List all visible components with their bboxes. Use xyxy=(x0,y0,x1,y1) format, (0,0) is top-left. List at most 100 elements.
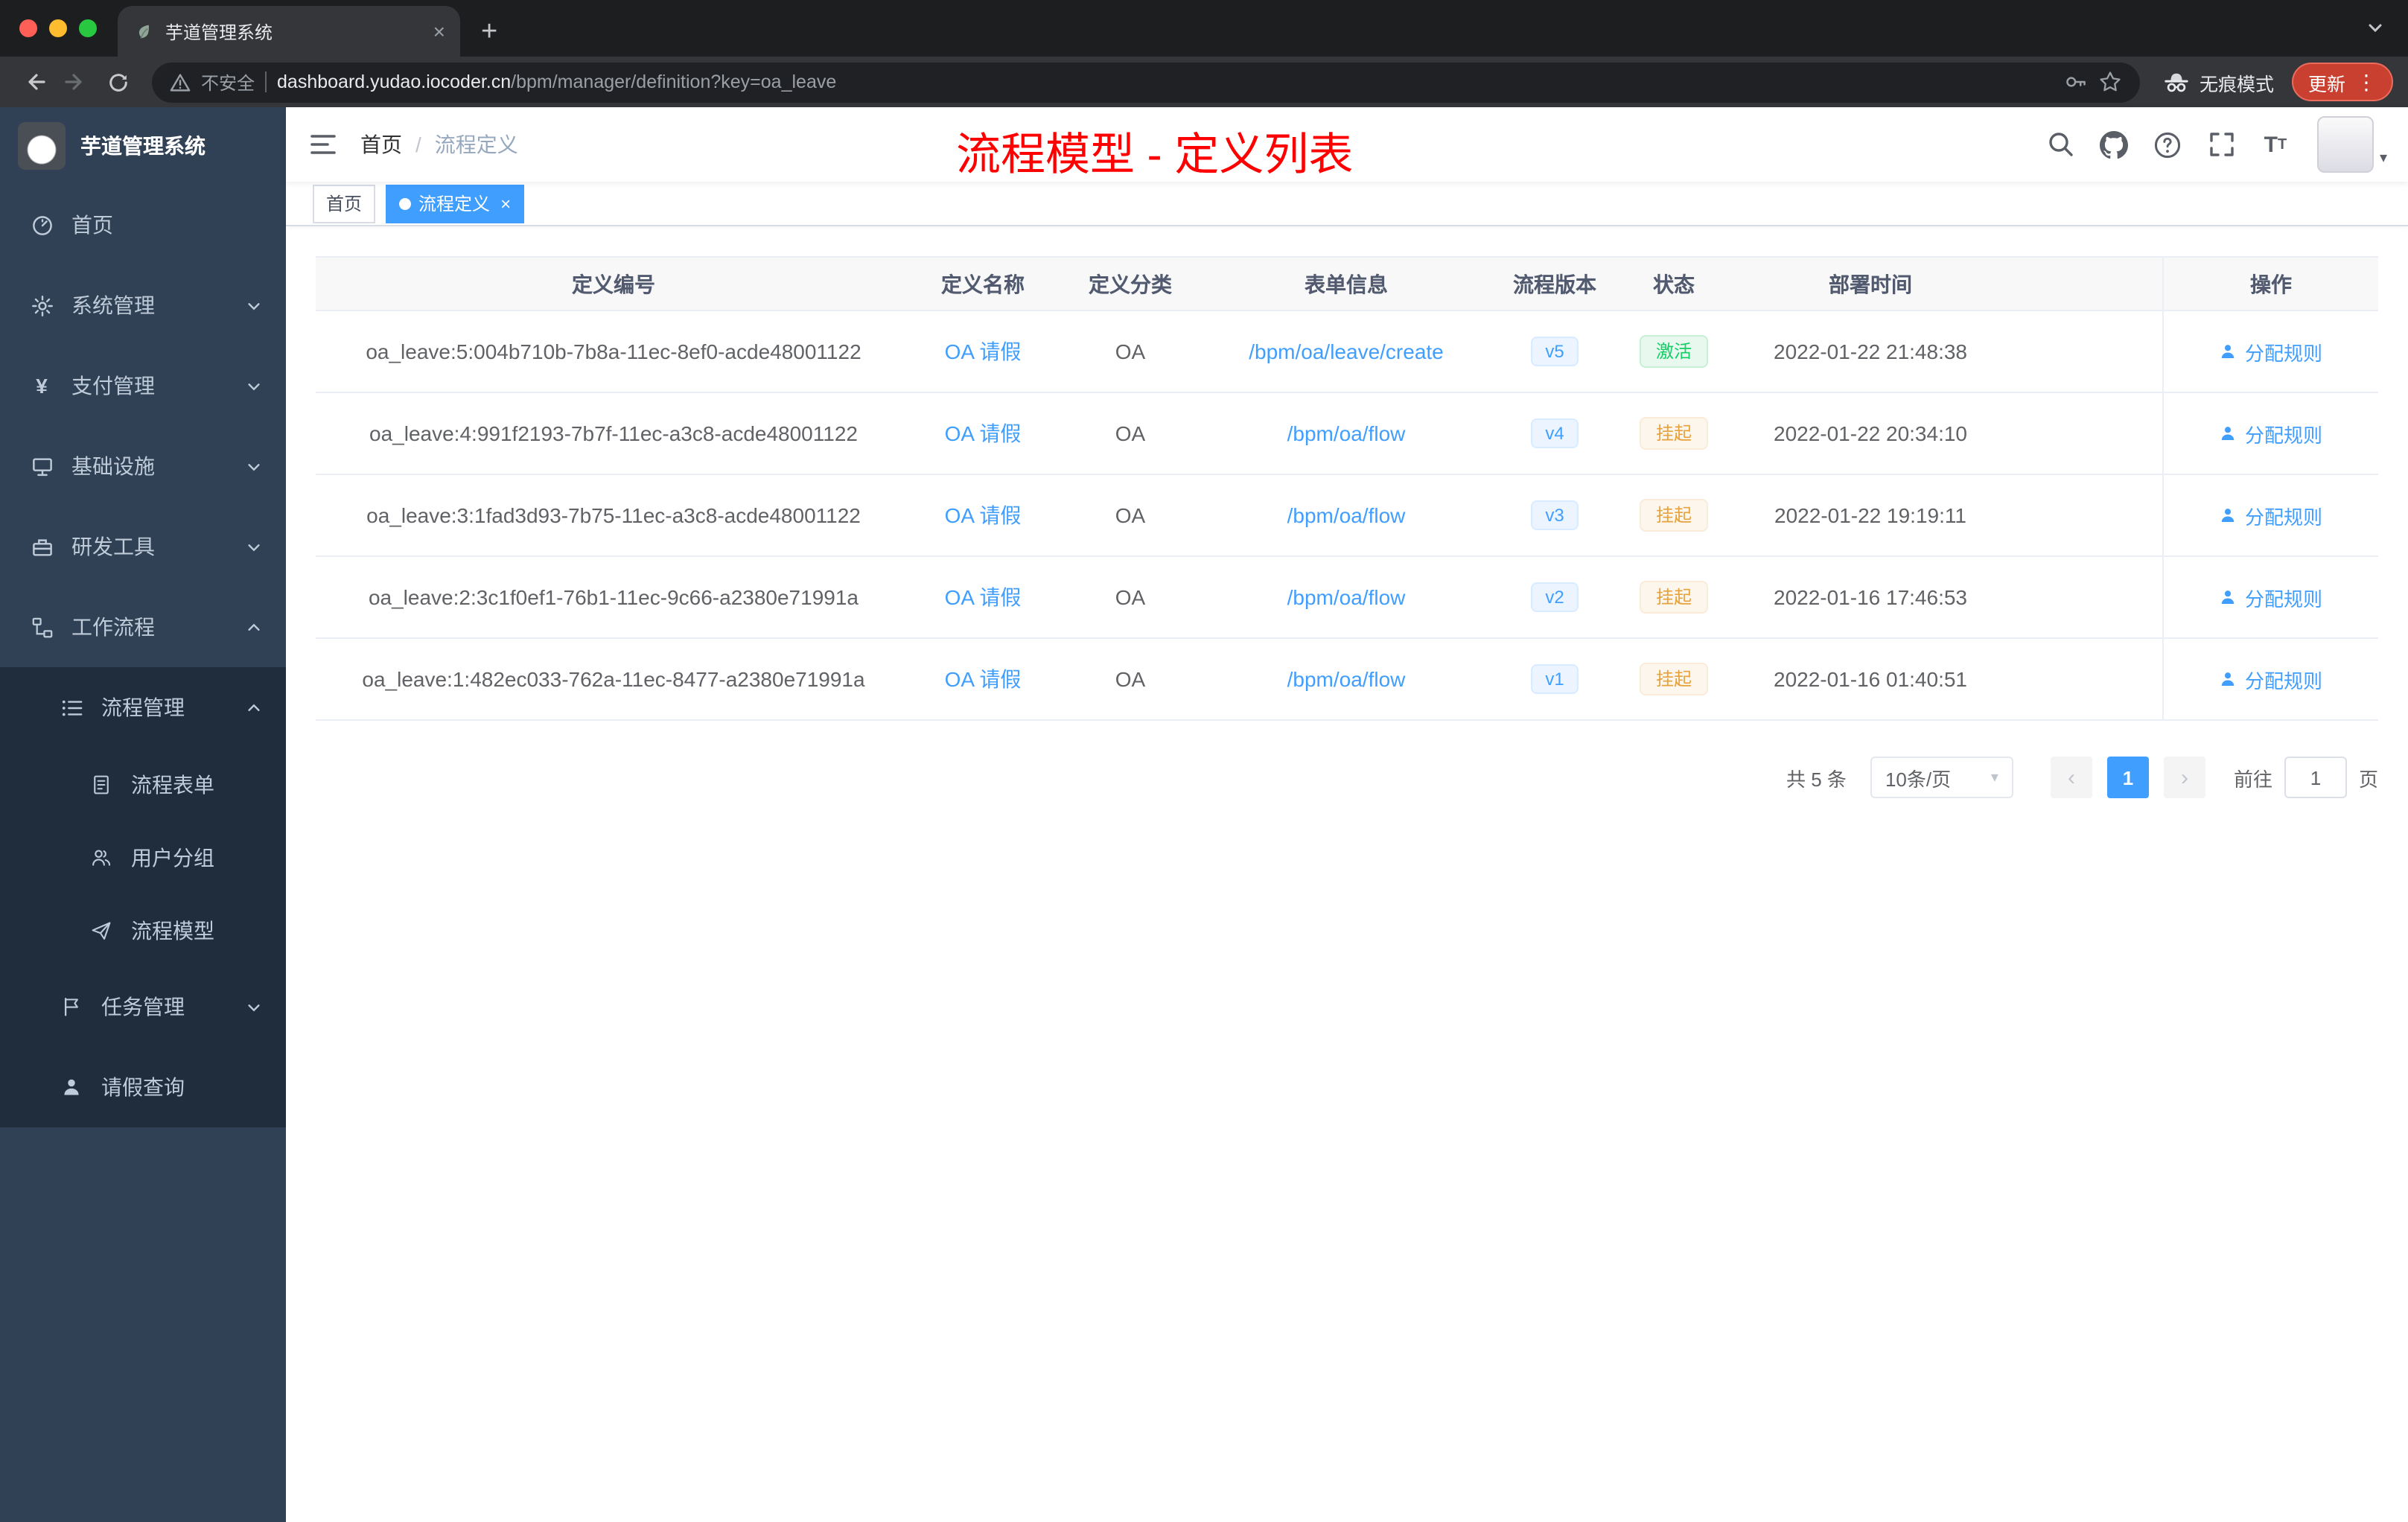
sidebar-item-label: 系统管理 xyxy=(71,293,155,317)
sidebar-item-label: 研发工具 xyxy=(71,535,155,558)
definition-name-link[interactable]: OA 请假 xyxy=(945,500,1022,530)
goto-page-input[interactable] xyxy=(2284,757,2347,798)
sidebar-item-label: 基础设施 xyxy=(71,454,155,478)
tag-home[interactable]: 首页 xyxy=(313,184,376,223)
definition-name-link[interactable]: OA 请假 xyxy=(945,664,1022,694)
sidebar-item-workflow[interactable]: 工作流程 xyxy=(0,587,286,667)
sidebar-item-home[interactable]: 首页 xyxy=(0,185,286,265)
assign-rule-link[interactable]: 分配规则 xyxy=(2220,583,2322,611)
column-header: 定义名称 xyxy=(941,272,1025,296)
navbar-actions: TT ▾ xyxy=(2043,116,2408,173)
hamburger-icon[interactable] xyxy=(286,133,360,156)
tag-close-icon[interactable]: × xyxy=(500,194,511,212)
chevron-up-icon xyxy=(246,619,262,635)
definition-id: oa_leave:2:3c1f0ef1-76b1-11ec-9c66-a2380… xyxy=(368,585,859,609)
sidebar-item-leave-query[interactable]: 请假查询 xyxy=(0,1047,286,1127)
prev-page-button[interactable]: ‹ xyxy=(2050,757,2092,798)
definition-table: 定义编号 定义名称 定义分类 表单信息 流程版本 状态 部署时间 操作 oa_l… xyxy=(316,256,2378,721)
version-badge: v4 xyxy=(1530,418,1579,449)
status-badge: 挂起 xyxy=(1639,498,1708,532)
forward-icon[interactable] xyxy=(57,63,95,101)
sidebar-item-label: 用户分组 xyxy=(131,845,214,869)
chevron-down-icon xyxy=(246,999,262,1015)
definition-name-link[interactable]: OA 请假 xyxy=(945,337,1022,366)
tab-title: 芋道管理系统 xyxy=(165,22,273,42)
help-icon[interactable] xyxy=(2150,130,2186,159)
avatar[interactable] xyxy=(2316,116,2374,173)
assign-rule-link[interactable]: 分配规则 xyxy=(2220,419,2322,448)
next-page-button[interactable]: › xyxy=(2163,757,2205,798)
definition-name-link[interactable]: OA 请假 xyxy=(945,418,1022,448)
gear-icon xyxy=(30,294,54,316)
tag-process-definition[interactable]: 流程定义 × xyxy=(386,184,525,223)
tab-search-chevron-icon[interactable] xyxy=(2366,19,2384,37)
update-button[interactable]: 更新 ⋮ xyxy=(2291,63,2393,101)
table-row: oa_leave:3:1fad3d93-7b75-11ec-a3c8-acde4… xyxy=(316,475,2378,557)
sidebar-item-process-model[interactable]: 流程模型 xyxy=(0,894,286,967)
assign-rule-link[interactable]: 分配规则 xyxy=(2220,501,2322,529)
github-icon[interactable] xyxy=(2097,130,2133,159)
version-badge: v2 xyxy=(1530,582,1579,613)
form-info-link[interactable]: /bpm/oa/flow xyxy=(1287,421,1406,445)
user-menu[interactable]: ▾ xyxy=(2316,116,2387,173)
table-row: oa_leave:2:3c1f0ef1-76b1-11ec-9c66-a2380… xyxy=(316,557,2378,639)
assign-rule-link[interactable]: 分配规则 xyxy=(2220,337,2322,366)
page-size-select[interactable]: 10条/页 ▾ xyxy=(1870,757,2013,798)
definition-category: OA xyxy=(1115,340,1146,363)
definition-name-link[interactable]: OA 请假 xyxy=(945,582,1022,612)
form-info-link[interactable]: /bpm/oa/flow xyxy=(1287,585,1406,609)
password-key-icon[interactable] xyxy=(2064,70,2088,94)
new-tab-button[interactable]: + xyxy=(481,18,497,46)
current-page-button[interactable]: 1 xyxy=(2106,757,2149,798)
form-info-link[interactable]: /bpm/oa/leave/create xyxy=(1249,340,1444,363)
form-info-link[interactable]: /bpm/oa/flow xyxy=(1287,503,1406,527)
yen-icon: ¥ xyxy=(36,374,48,398)
fullscreen-icon[interactable] xyxy=(2204,131,2240,158)
sidebar-item-user-group[interactable]: 用户分组 xyxy=(0,821,286,894)
breadcrumb-current: 流程定义 xyxy=(434,133,518,156)
reload-icon[interactable] xyxy=(98,63,137,101)
window-zoom-button[interactable] xyxy=(79,19,97,37)
sidebar-item-system[interactable]: 系统管理 xyxy=(0,265,286,346)
sidebar-item-task-manage[interactable]: 任务管理 xyxy=(0,967,286,1047)
column-filler xyxy=(2016,258,2162,310)
browser-tab[interactable]: 芋道管理系统 × xyxy=(118,6,460,57)
cell-filler xyxy=(2016,393,2162,474)
browser-menu-icon[interactable]: ⋮ xyxy=(2356,69,2377,95)
assign-rule-label: 分配规则 xyxy=(2244,506,2322,528)
assign-rule-label: 分配规则 xyxy=(2244,342,2322,364)
sidebar-item-process-manage[interactable]: 流程管理 xyxy=(0,667,286,748)
dashboard-icon xyxy=(30,214,54,236)
tab-close-icon[interactable]: × xyxy=(433,21,445,42)
sidebar-item-label: 流程模型 xyxy=(131,918,214,942)
form-info-link[interactable]: /bpm/oa/flow xyxy=(1287,667,1406,691)
deploy-time: 2022-01-16 01:40:51 xyxy=(1774,667,1967,691)
window-minimize-button[interactable] xyxy=(49,19,67,37)
sidebar-item-payment[interactable]: ¥ 支付管理 xyxy=(0,346,286,426)
annotation-title: 流程模型 - 定义列表 xyxy=(956,131,1354,180)
security-label: 不安全 xyxy=(201,72,255,93)
search-icon[interactable] xyxy=(2043,131,2079,158)
table-row: oa_leave:4:991f2193-7b7f-11ec-a3c8-acde4… xyxy=(316,393,2378,475)
breadcrumb-home[interactable]: 首页 xyxy=(360,130,402,159)
url-text: dashboard.yudao.iocoder.cn/bpm/manager/d… xyxy=(277,71,2054,92)
sidebar-item-label: 任务管理 xyxy=(101,995,185,1019)
address-bar[interactable]: 不安全 dashboard.yudao.iocoder.cn/bpm/manag… xyxy=(152,62,2140,102)
tag-label: 流程定义 xyxy=(418,194,491,214)
cell-filler xyxy=(2016,557,2162,637)
app-logo[interactable]: 芋道管理系统 xyxy=(0,107,286,185)
version-badge: v3 xyxy=(1530,500,1579,531)
back-icon[interactable] xyxy=(15,63,54,101)
version-badge: v1 xyxy=(1530,663,1579,695)
dev-tools-icon xyxy=(30,535,54,558)
window-close-button[interactable] xyxy=(19,19,37,37)
sidebar-item-dev-tools[interactable]: 研发工具 xyxy=(0,506,286,587)
font-size-icon[interactable]: TT xyxy=(2258,132,2293,157)
app-navbar: 首页 / 流程定义 流程模型 - 定义列表 T T ▾ xyxy=(286,107,2408,182)
chevron-down-icon xyxy=(246,538,262,555)
assign-rule-link[interactable]: 分配规则 xyxy=(2220,665,2322,693)
tags-view-bar: 首页 流程定义 × xyxy=(286,182,2408,226)
sidebar-item-infrastructure[interactable]: 基础设施 xyxy=(0,426,286,506)
sidebar-item-process-form[interactable]: 流程表单 xyxy=(0,748,286,821)
bookmark-star-icon[interactable] xyxy=(2098,70,2122,94)
